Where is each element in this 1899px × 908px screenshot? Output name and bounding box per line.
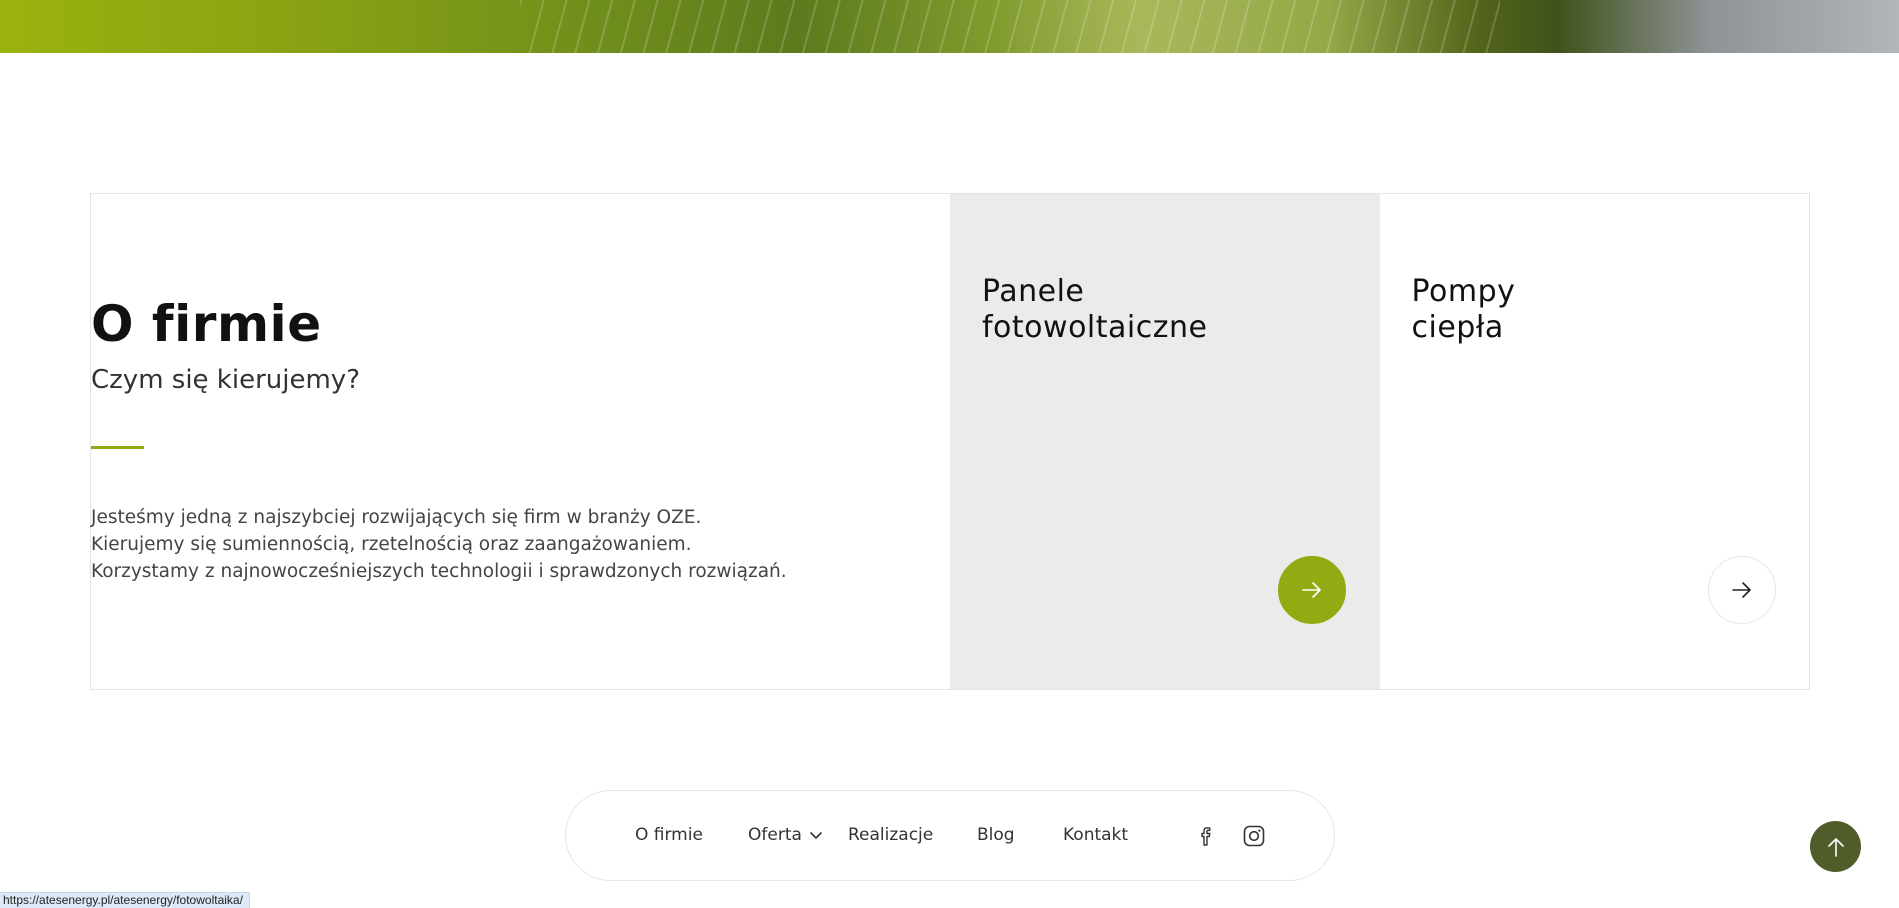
offer-photovoltaics-arrow-button[interactable]	[1278, 556, 1346, 624]
about-subtitle: Czym się kierujemy?	[91, 365, 360, 395]
offer-title-line: Panele	[982, 274, 1085, 309]
nav-link-realizacje[interactable]: Realizacje	[848, 825, 933, 845]
offer-title-line: ciepła	[1411, 310, 1504, 345]
about-paragraph: Jesteśmy jedną z najszybciej rozwijający…	[91, 507, 702, 528]
nav-link-kontakt[interactable]: Kontakt	[1063, 825, 1128, 845]
about-paragraph: Kierujemy się sumiennością, rzetelnością…	[91, 534, 692, 555]
about-description: Jesteśmy jedną z najszybciej rozwijający…	[91, 504, 787, 585]
chevron-down-icon	[810, 825, 822, 845]
browser-status-url: https://atesenergy.pl/atesenergy/fotowol…	[0, 892, 250, 908]
footer-navigation: O firmie Oferta Realizacje Blog Kontakt	[565, 790, 1335, 881]
accent-divider	[91, 446, 144, 449]
arrow-right-icon	[1731, 582, 1751, 598]
nav-link-o-firmie[interactable]: O firmie	[635, 825, 703, 845]
offer-title-line: Pompy	[1411, 274, 1516, 309]
about-block: O firmie Czym się kierujemy? Jesteśmy je…	[91, 194, 950, 689]
facebook-icon[interactable]	[1194, 824, 1218, 848]
arrow-right-icon	[1302, 582, 1321, 598]
nav-link-label: Oferta	[748, 825, 802, 845]
scroll-to-top-button[interactable]	[1810, 821, 1861, 872]
offer-heat-pumps-arrow-button[interactable]	[1707, 556, 1776, 624]
offer-card-title: Panele fotowoltaiczne	[982, 274, 1207, 346]
about-title: O firmie	[91, 295, 322, 353]
about-paragraph: Korzystamy z najnowocześniejszych techno…	[91, 561, 787, 582]
offer-title-line: fotowoltaiczne	[982, 310, 1208, 345]
hero-banner-image	[0, 0, 1899, 53]
offer-card-heat-pumps[interactable]: Pompy ciepła	[1380, 194, 1810, 689]
offer-card-photovoltaics[interactable]: Panele fotowoltaiczne	[950, 194, 1380, 689]
instagram-icon[interactable]	[1242, 824, 1266, 848]
nav-link-oferta[interactable]: Oferta	[748, 825, 822, 845]
nav-link-blog[interactable]: Blog	[977, 825, 1015, 845]
offer-card-title: Pompy ciepła	[1412, 274, 1516, 346]
solar-panel-texture	[520, 0, 1500, 53]
arrow-up-icon	[1827, 837, 1844, 857]
about-offer-section: O firmie Czym się kierujemy? Jesteśmy je…	[90, 193, 1810, 690]
